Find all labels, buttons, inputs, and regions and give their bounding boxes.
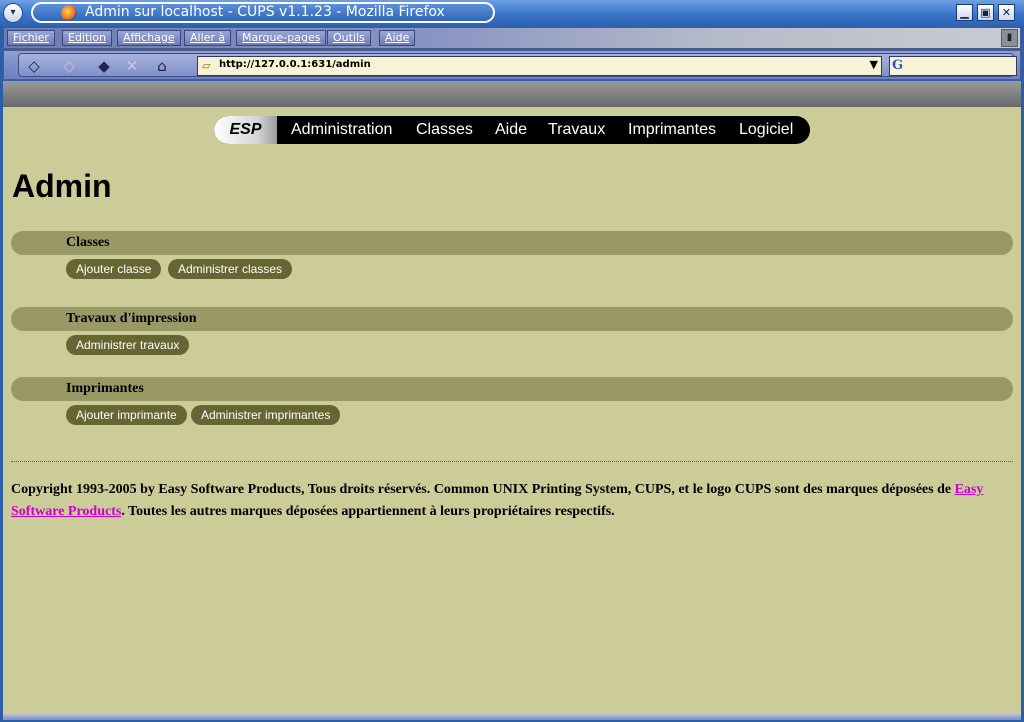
nav-logiciel[interactable]: Logiciel bbox=[739, 116, 793, 144]
menu-bar: Fichier Edition Affichage Aller à Marque… bbox=[3, 27, 1021, 49]
footer-text-end: . Toutes les autres marques déposées app… bbox=[121, 504, 615, 519]
navigation-toolbar-inner: ◇ ◇ ◆ ✕ ⌂ ▱ http://127.0.0.1:631/admin ▼… bbox=[18, 53, 1017, 77]
back-button-icon[interactable]: ◇ bbox=[22, 57, 46, 75]
firefox-logo-icon bbox=[61, 5, 77, 21]
status-bar bbox=[3, 714, 1021, 720]
menu-edition[interactable]: Edition bbox=[62, 30, 113, 46]
menu-aide[interactable]: Aide bbox=[379, 30, 416, 46]
throbber-icon: ▮ bbox=[1001, 29, 1018, 47]
menu-marque-pages[interactable]: Marque-pages bbox=[236, 30, 327, 46]
window-title: Admin sur localhost - CUPS v1.1.23 - Moz… bbox=[85, 4, 445, 20]
google-search-engine-icon[interactable]: G bbox=[892, 58, 908, 74]
reload-button-icon[interactable]: ◆ bbox=[92, 57, 116, 75]
home-button-icon[interactable]: ⌂ bbox=[150, 57, 174, 75]
window-menu-icon[interactable]: ▾ bbox=[3, 3, 23, 23]
toolbar-spacer bbox=[3, 81, 1021, 107]
cups-top-navigation: ESP Administration Classes Aide Travaux … bbox=[214, 116, 810, 144]
forward-button-icon[interactable]: ◇ bbox=[57, 57, 81, 75]
nav-aide[interactable]: Aide bbox=[495, 116, 527, 144]
manage-classes-button[interactable]: Administrer classes bbox=[168, 259, 293, 279]
url-bar[interactable]: ▱ http://127.0.0.1:631/admin ▼ bbox=[197, 56, 882, 76]
footer-text: Copyright 1993-2005 by Easy Software Pro… bbox=[11, 482, 955, 497]
manage-printers-button[interactable]: Administrer imprimantes bbox=[191, 405, 341, 425]
window-title-bar: ▾ Admin sur localhost - CUPS v1.1.23 - M… bbox=[0, 0, 1024, 26]
menu-outils[interactable]: Outils bbox=[327, 30, 371, 46]
stop-button-icon[interactable]: ✕ bbox=[120, 57, 144, 75]
menu-aller-a[interactable]: Aller à bbox=[184, 30, 232, 46]
add-class-button[interactable]: Ajouter classe bbox=[66, 259, 162, 279]
section-title: Imprimantes bbox=[66, 381, 144, 396]
url-history-dropdown-icon[interactable]: ▼ bbox=[870, 58, 878, 71]
search-box[interactable]: G bbox=[889, 56, 1017, 76]
nav-imprimantes[interactable]: Imprimantes bbox=[628, 116, 716, 144]
menu-fichier[interactable]: Fichier bbox=[7, 30, 55, 46]
section-header-jobs: Travaux d'impression bbox=[11, 307, 1013, 331]
menu-affichage[interactable]: Affichage bbox=[117, 30, 181, 46]
copyright-footer: Copyright 1993-2005 by Easy Software Pro… bbox=[11, 479, 1011, 523]
nav-administration[interactable]: Administration bbox=[291, 116, 392, 144]
nav-travaux[interactable]: Travaux bbox=[548, 116, 605, 144]
page-icon: ▱ bbox=[202, 59, 211, 72]
minimize-button[interactable]: ▁ bbox=[956, 4, 973, 21]
section-title: Travaux d'impression bbox=[66, 311, 197, 326]
section-header-classes: Classes bbox=[11, 231, 1013, 255]
section-title: Classes bbox=[66, 235, 110, 250]
page-title: Admin bbox=[12, 168, 112, 204]
manage-jobs-button[interactable]: Administrer travaux bbox=[66, 335, 190, 355]
esp-logo-link[interactable]: ESP bbox=[214, 116, 277, 144]
window-title-pill: Admin sur localhost - CUPS v1.1.23 - Moz… bbox=[31, 2, 495, 23]
section-header-printers: Imprimantes bbox=[11, 377, 1013, 401]
maximize-button[interactable]: ▣ bbox=[977, 4, 994, 21]
page-content: ESP Administration Classes Aide Travaux … bbox=[3, 107, 1021, 714]
footer-divider bbox=[11, 461, 1013, 462]
add-printer-button[interactable]: Ajouter imprimante bbox=[66, 405, 187, 425]
close-button[interactable]: ✕ bbox=[998, 4, 1015, 21]
nav-classes[interactable]: Classes bbox=[416, 116, 473, 144]
navigation-toolbar: ◇ ◇ ◆ ✕ ⌂ ▱ http://127.0.0.1:631/admin ▼… bbox=[3, 50, 1021, 80]
url-input[interactable]: http://127.0.0.1:631/admin bbox=[219, 59, 371, 70]
